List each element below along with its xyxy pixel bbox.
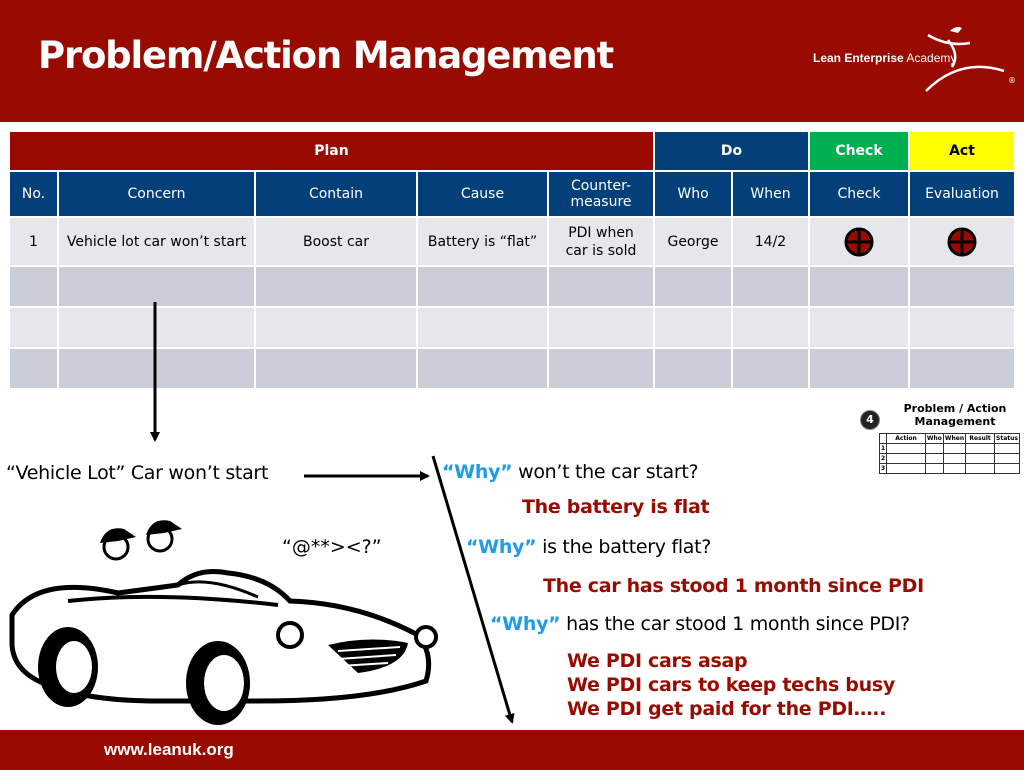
col-concern: Concern: [57, 170, 256, 218]
mini-col: Status: [994, 433, 1020, 444]
cell-countermeasure: PDI when car is sold: [547, 216, 655, 267]
col-no: No.: [8, 170, 59, 218]
cell-when: 14/2: [731, 216, 810, 267]
phase-plan: Plan: [8, 130, 655, 172]
answer-4: We PDI cars to keep techs busy: [567, 674, 895, 696]
countermeasure-line1: PDI when: [568, 224, 634, 241]
why-question-2: “Why” is the battery flat?: [466, 536, 711, 558]
table-row-empty: [8, 265, 1016, 308]
answer-1: The battery is flat: [522, 496, 710, 518]
mini-col: Who: [924, 433, 944, 444]
phase-do: Do: [653, 130, 810, 172]
cell-concern: Vehicle lot car won’t start: [57, 216, 256, 267]
answer-2: The car has stood 1 month since PDI: [543, 575, 924, 597]
why-chain-arrow-icon: [431, 455, 515, 724]
col-when: When: [731, 170, 810, 218]
page-title: Problem/Action Management: [38, 34, 614, 77]
footer-url-link[interactable]: www.leanuk.org: [104, 740, 234, 760]
countermeasure-line2: car is sold: [565, 242, 637, 259]
step-badge: 4: [860, 410, 880, 430]
cell-contain: Boost car: [254, 216, 418, 267]
logo-text-bold: Lean Enterprise: [813, 51, 904, 65]
table-row-empty: [8, 306, 1016, 349]
why-question-text: is the battery flat?: [536, 536, 712, 558]
table-row: 1 Vehicle lot car won’t start Boost car …: [8, 216, 1016, 267]
answer-5: We PDI get paid for the PDI…..: [567, 698, 887, 720]
table-row-empty: [8, 347, 1016, 390]
mini-form-thumbnail: 4 Problem / Action Management Action Who…: [860, 402, 1020, 484]
why-question-text: won’t the car start?: [512, 461, 699, 483]
mini-row-num: 1: [878, 443, 888, 454]
status-quarter-circle-icon: [844, 227, 874, 256]
mini-title-line2: Management: [914, 415, 996, 428]
mini-col: When: [942, 433, 967, 444]
header-bar: Problem/Action Management Lean Enterpris…: [0, 0, 1024, 122]
cell-who: George: [653, 216, 733, 267]
why-label: “Why”: [442, 461, 513, 483]
phase-act: Act: [908, 130, 1016, 172]
mini-row-num: 2: [878, 453, 888, 464]
footer-bar: www.leanuk.org: [0, 730, 1024, 770]
cell-evaluation: [908, 216, 1016, 267]
mini-col: [878, 433, 888, 444]
phase-check: Check: [808, 130, 910, 172]
problem-statement: “Vehicle Lot” Car won’t start: [6, 462, 269, 484]
status-quarter-circle-icon: [947, 227, 977, 256]
mini-col: Result: [965, 433, 996, 444]
why-label: “Why”: [490, 613, 561, 635]
cell-no: 1: [8, 216, 59, 267]
answer-3: We PDI cars asap: [567, 650, 748, 672]
why-question-text: has the car stood 1 month since PDI?: [560, 613, 910, 635]
col-countermeasure-line2: measure: [570, 194, 632, 210]
mini-form-title: Problem / Action Management: [890, 402, 1020, 428]
why-question-3: “Why” has the car stood 1 month since PD…: [490, 613, 910, 635]
phase-header-row: Plan Do Check Act: [8, 130, 1016, 172]
col-who: Who: [653, 170, 733, 218]
problem-action-table: Plan Do Check Act No. Concern Contain Ca…: [8, 130, 1016, 390]
col-contain: Contain: [254, 170, 418, 218]
col-check: Check: [808, 170, 910, 218]
mini-col: Action: [886, 433, 926, 444]
cell-cause: Battery is “flat”: [416, 216, 549, 267]
why-label: “Why”: [466, 536, 537, 558]
col-countermeasure: Counter-measure: [547, 170, 655, 218]
mini-title-line1: Problem / Action: [903, 402, 1007, 415]
col-cause: Cause: [416, 170, 549, 218]
mini-row-num: 3: [878, 463, 888, 474]
speech-text: “@**><?”: [282, 536, 382, 558]
registered-mark: ®: [1008, 76, 1016, 85]
col-countermeasure-line1: Counter-: [570, 178, 632, 194]
academy-logo-icon: ®: [925, 27, 1016, 92]
why-question-1: “Why” won’t the car start?: [442, 461, 699, 483]
col-evaluation: Evaluation: [908, 170, 1016, 218]
column-header-row: No. Concern Contain Cause Counter-measur…: [8, 170, 1016, 218]
cell-check: [808, 216, 910, 267]
mini-form-table: Action Who When Result Status 1 2 3: [878, 433, 1020, 474]
